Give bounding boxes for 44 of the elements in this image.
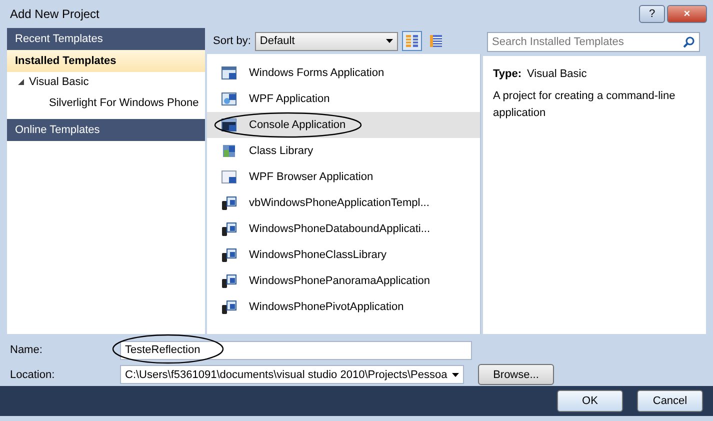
app-icon xyxy=(221,91,237,107)
help-button[interactable]: ? xyxy=(639,5,665,23)
template-item[interactable]: WPF Browser Application xyxy=(207,164,480,190)
template-description: A project for creating a command-line application xyxy=(493,89,676,120)
search-field[interactable]: Search Installed Templates xyxy=(487,32,700,52)
template-item[interactable]: WindowsPhoneDataboundApplicati... xyxy=(207,216,480,242)
ok-button[interactable]: OK xyxy=(557,390,623,412)
template-item[interactable]: WindowsPhonePanoramaApplication xyxy=(207,268,480,294)
type-value: Visual Basic xyxy=(527,67,587,82)
phone-app-icon xyxy=(221,299,237,315)
window-title: Add New Project xyxy=(10,6,100,23)
location-label: Location: xyxy=(10,368,56,382)
phone-app-icon xyxy=(221,273,237,289)
phone-app-icon xyxy=(221,221,237,237)
caret-icon xyxy=(452,372,459,377)
view-button[interactable] xyxy=(402,31,422,51)
browse-button[interactable]: Browse... xyxy=(478,364,554,386)
template-item[interactable]: Console Application xyxy=(207,112,480,138)
app-icon xyxy=(221,65,237,81)
location-dropdown[interactable]: C:\Users\f5361091\documents\visual studio 2010\Projects\Pessoa xyxy=(120,365,464,384)
template-item[interactable]: vbWindowsPhoneApplicationTempl... xyxy=(207,190,480,216)
name-field[interactable]: TesteReflection xyxy=(120,340,472,360)
name-label: Name: xyxy=(10,342,44,358)
caret-icon xyxy=(386,39,393,43)
app-icon xyxy=(221,169,237,185)
phone-app-icon xyxy=(221,247,237,263)
phone-app-icon xyxy=(221,195,237,211)
sort-dropdown[interactable]: Default xyxy=(254,32,398,50)
sidebar-header[interactable]: Installed Templates xyxy=(7,50,205,72)
search-icon xyxy=(683,36,695,48)
sidebar-header[interactable]: Recent Templates xyxy=(7,28,205,50)
tree-item[interactable]: Silverlight For Windows Phone xyxy=(49,94,199,111)
sort-label: Sort by: xyxy=(213,34,251,49)
sidebar-header[interactable]: Online Templates xyxy=(7,119,205,141)
tree-item[interactable]: Visual Basic xyxy=(29,74,89,90)
template-item[interactable]: Class Library xyxy=(207,138,480,164)
template-item[interactable]: WPF Application xyxy=(207,86,480,112)
type-label: Type: xyxy=(493,67,522,82)
template-item[interactable]: Windows Forms Application xyxy=(207,60,480,86)
app-icon xyxy=(221,143,237,159)
cancel-button[interactable]: Cancel xyxy=(637,390,703,412)
app-icon xyxy=(221,117,237,133)
template-item[interactable]: WindowsPhonePivotApplication xyxy=(207,294,480,320)
template-item[interactable]: WindowsPhoneClassLibrary xyxy=(207,242,480,268)
